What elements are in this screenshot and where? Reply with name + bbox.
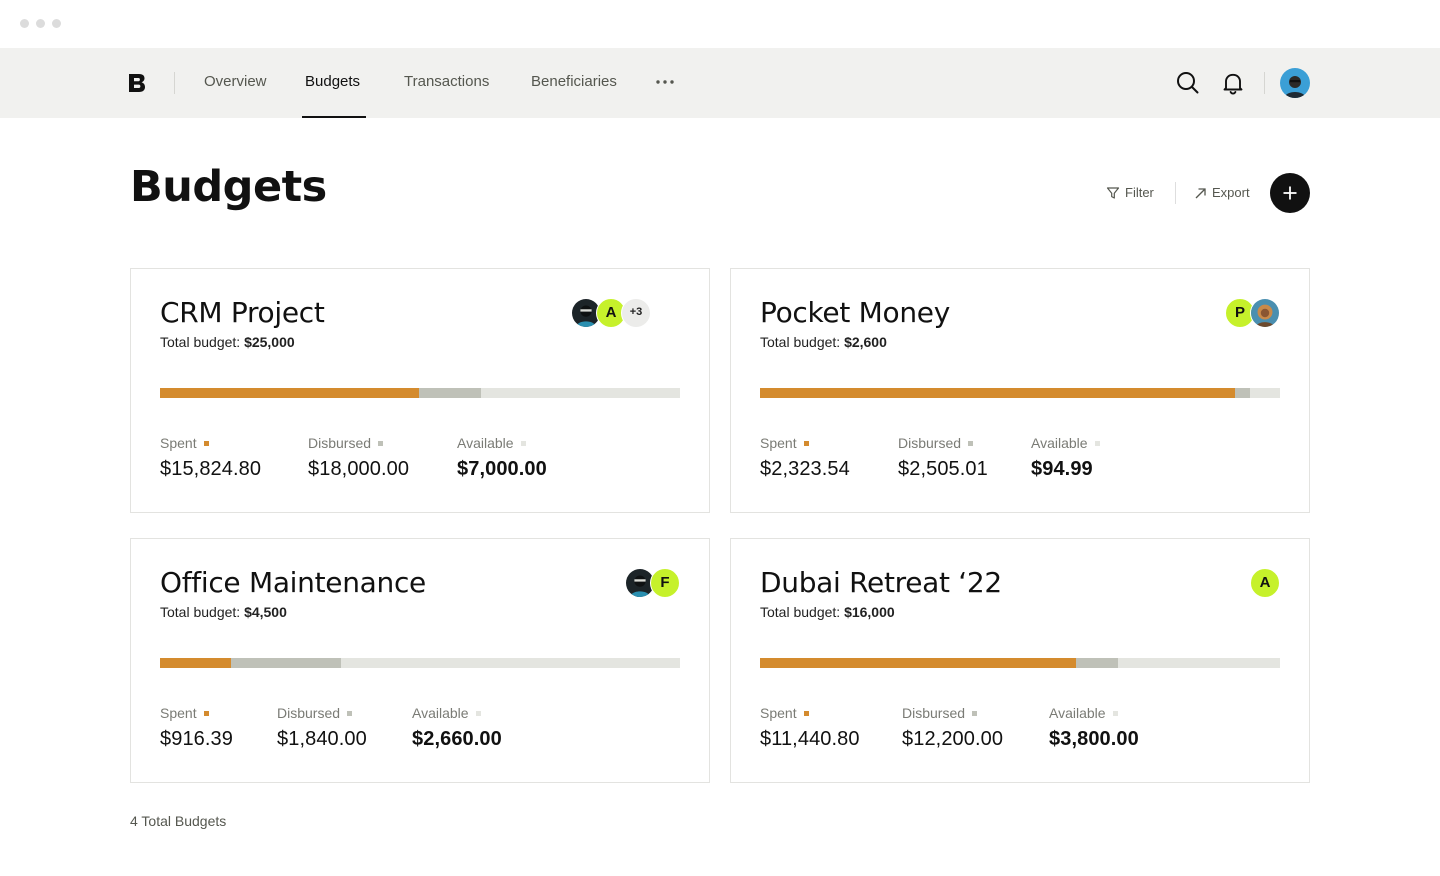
budget-progress-bar xyxy=(760,658,1280,668)
budget-title: Dubai Retreat ‘22 xyxy=(760,566,1002,599)
available-value: $2,660.00 xyxy=(412,728,502,750)
available-legend-swatch xyxy=(475,710,481,716)
budget-total: Total budget: $25,000 xyxy=(160,334,295,350)
disbursed-stat: Disbursed $2,505.01 xyxy=(898,435,988,480)
brand-logo-icon[interactable] xyxy=(128,73,146,93)
spent-value: $916.39 xyxy=(160,728,233,750)
budget-title: Office Maintenance xyxy=(160,566,426,599)
available-legend-swatch xyxy=(1112,710,1118,716)
filter-label: Filter xyxy=(1125,185,1154,200)
budget-progress-bar xyxy=(160,388,680,398)
disbursed-stat: Disbursed $12,200.00 xyxy=(902,705,1004,750)
disbursed-stat: Disbursed $1,840.00 xyxy=(277,705,367,750)
spent-stat: Spent $11,440.80 xyxy=(760,705,860,750)
disbursed-legend-swatch xyxy=(968,440,974,446)
bar-spent-segment xyxy=(760,658,1077,668)
available-legend-swatch xyxy=(1094,440,1100,446)
bar-spent-segment xyxy=(760,388,1235,398)
disbursed-value: $18,000.00 xyxy=(308,458,410,480)
spent-stat: Spent $916.39 xyxy=(160,705,233,750)
nav-item-transactions[interactable]: Transactions xyxy=(404,48,489,118)
member-avatars[interactable]: A +3 xyxy=(571,298,671,328)
budget-title: Pocket Money xyxy=(760,296,950,329)
nav-item-budgets[interactable]: Budgets xyxy=(305,48,360,118)
available-value: $3,800.00 xyxy=(1049,728,1139,750)
budget-card[interactable]: CRM Project Total budget: $25,000 A +3 S… xyxy=(130,268,710,513)
plus-icon xyxy=(1283,186,1297,200)
member-avatars[interactable]: A xyxy=(1250,568,1281,598)
page-title: Budgets xyxy=(130,162,327,212)
available-legend-swatch xyxy=(520,440,526,446)
user-avatar[interactable] xyxy=(1280,68,1310,98)
window-maximize-dot[interactable] xyxy=(52,19,61,28)
available-stat: Available $2,660.00 xyxy=(412,705,502,750)
nav-item-overview[interactable]: Overview xyxy=(204,48,267,118)
window-minimize-dot[interactable] xyxy=(36,19,45,28)
window-close-dot[interactable] xyxy=(20,19,29,28)
nav-divider-right xyxy=(1264,72,1265,94)
filter-button[interactable]: Filter xyxy=(1106,182,1154,204)
disbursed-legend-swatch xyxy=(972,710,978,716)
spent-legend-swatch xyxy=(803,440,809,446)
top-navbar: Overview Budgets Transactions Beneficiar… xyxy=(0,48,1440,118)
disbursed-value: $12,200.00 xyxy=(902,728,1004,750)
member-avatar-initial: F xyxy=(650,568,680,598)
window-titlebar xyxy=(0,0,1440,48)
export-label: Export xyxy=(1212,185,1250,200)
member-avatars[interactable]: P xyxy=(1225,298,1281,328)
available-stat: Available $3,800.00 xyxy=(1049,705,1139,750)
member-avatars[interactable]: F xyxy=(625,568,681,598)
budget-total: Total budget: $2,600 xyxy=(760,334,887,350)
spent-legend-swatch xyxy=(203,710,209,716)
spent-value: $2,323.54 xyxy=(760,458,850,480)
budget-card[interactable]: Office Maintenance Total budget: $4,500 … xyxy=(130,538,710,783)
budget-total: Total budget: $16,000 xyxy=(760,604,895,620)
spent-legend-swatch xyxy=(203,440,209,446)
filter-icon xyxy=(1106,187,1120,199)
member-avatar-more: +3 xyxy=(621,298,651,328)
disbursed-legend-swatch xyxy=(378,440,384,446)
spent-legend-swatch xyxy=(803,710,809,716)
nav-item-beneficiaries[interactable]: Beneficiaries xyxy=(531,48,617,118)
budget-progress-bar xyxy=(160,658,680,668)
spent-value: $11,440.80 xyxy=(760,728,860,750)
budget-progress-bar xyxy=(760,388,1280,398)
member-avatar-photo xyxy=(1250,298,1280,328)
disbursed-value: $1,840.00 xyxy=(277,728,367,750)
member-avatar-initial: A xyxy=(1250,568,1280,598)
available-stat: Available $94.99 xyxy=(1031,434,1100,481)
total-budgets-count: 4 Total Budgets xyxy=(130,813,227,829)
arrow-up-right-icon xyxy=(1195,187,1206,198)
toolbar-divider xyxy=(1175,182,1176,204)
nav-active-indicator xyxy=(302,116,366,118)
more-horizontal-icon[interactable] xyxy=(655,74,675,90)
budget-total: Total budget: $4,500 xyxy=(160,604,287,620)
budget-card[interactable]: Pocket Money Total budget: $2,600 P Spen… xyxy=(730,268,1310,513)
export-button[interactable]: Export xyxy=(1194,182,1250,204)
budget-card[interactable]: Dubai Retreat ‘22 Total budget: $16,000 … xyxy=(730,538,1310,783)
disbursed-legend-swatch xyxy=(347,710,353,716)
search-icon[interactable] xyxy=(1175,70,1201,96)
budget-title: CRM Project xyxy=(160,296,325,329)
available-value: $94.99 xyxy=(1031,458,1093,480)
disbursed-value: $2,505.01 xyxy=(898,458,988,480)
spent-stat: Spent $2,323.54 xyxy=(760,435,850,480)
available-stat: Available $7,000.00 xyxy=(457,435,547,480)
spent-value: $15,824.80 xyxy=(160,458,262,480)
bar-spent-segment xyxy=(160,388,419,398)
bell-icon[interactable] xyxy=(1220,70,1246,96)
bar-spent-segment xyxy=(160,658,232,668)
nav-divider xyxy=(174,72,175,94)
spent-stat: Spent $15,824.80 xyxy=(160,435,262,480)
disbursed-stat: Disbursed $18,000.00 xyxy=(308,435,410,480)
available-value: $7,000.00 xyxy=(457,458,547,480)
add-budget-button[interactable] xyxy=(1270,173,1310,213)
